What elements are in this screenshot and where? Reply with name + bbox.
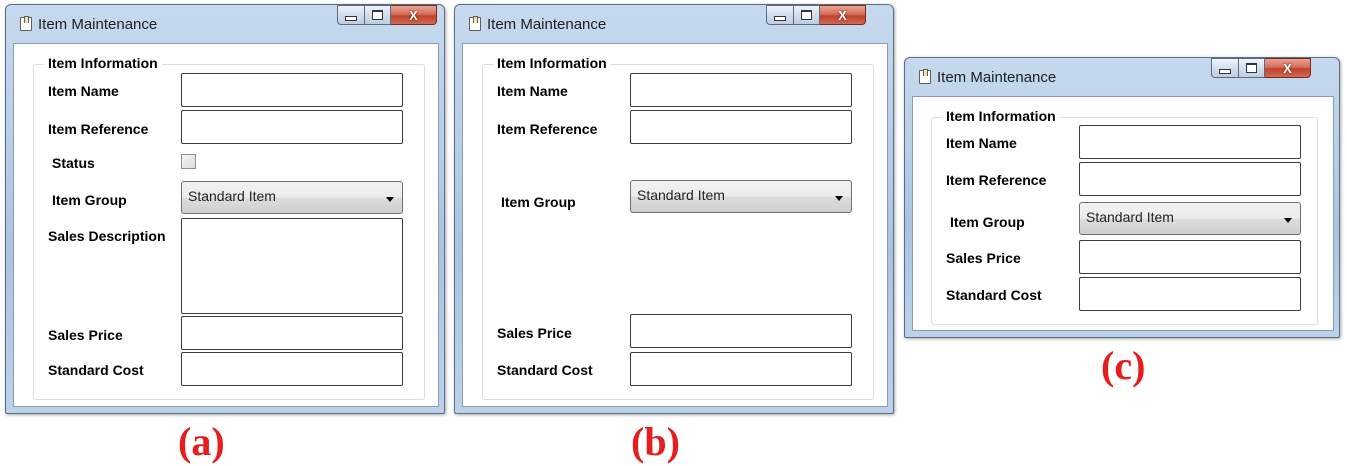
standard-cost-field[interactable] xyxy=(1079,277,1301,311)
window-a: Item Maintenance X Item Information Item… xyxy=(5,4,445,414)
group-title: Item Information xyxy=(942,108,1060,124)
standard-cost-field[interactable] xyxy=(630,352,852,386)
item-name-label: Item Name xyxy=(946,135,1017,151)
standard-cost-label: Standard Cost xyxy=(48,362,144,378)
item-group-label: Item Group xyxy=(501,194,576,210)
window-title: Item Maintenance xyxy=(38,16,158,33)
item-group-value: Standard Item xyxy=(637,187,725,203)
minimize-button[interactable] xyxy=(766,5,794,25)
item-name-label: Item Name xyxy=(497,83,568,99)
chevron-down-icon xyxy=(1284,218,1292,223)
item-group-dropdown[interactable]: Standard Item xyxy=(1079,202,1301,235)
document-icon xyxy=(919,69,931,84)
item-reference-field[interactable] xyxy=(1079,162,1301,196)
item-name-field[interactable] xyxy=(1079,125,1301,159)
item-name-label: Item Name xyxy=(48,83,119,99)
item-name-field[interactable] xyxy=(181,73,403,107)
group-title: Item Information xyxy=(44,55,162,71)
item-reference-field[interactable] xyxy=(630,110,852,144)
caption-a: (a) xyxy=(178,419,225,464)
sales-price-field[interactable] xyxy=(1079,240,1301,274)
window-title: Item Maintenance xyxy=(487,16,607,33)
item-reference-field[interactable] xyxy=(181,110,403,144)
minimize-button[interactable] xyxy=(337,5,365,25)
item-group-value: Standard Item xyxy=(188,188,276,204)
close-icon: X xyxy=(409,7,418,23)
caption-b: (b) xyxy=(631,419,680,464)
window-controls: X xyxy=(337,5,437,25)
chevron-down-icon xyxy=(386,197,394,202)
status-label: Status xyxy=(52,155,95,171)
title-bar[interactable]: Item Maintenance X xyxy=(6,5,444,43)
window-controls: X xyxy=(766,5,866,25)
item-group-value: Standard Item xyxy=(1086,209,1174,225)
sales-description-field[interactable] xyxy=(181,218,403,314)
close-button[interactable]: X xyxy=(1265,58,1311,78)
window-controls: X xyxy=(1211,58,1311,78)
maximize-button[interactable] xyxy=(794,5,820,25)
maximize-icon xyxy=(372,10,383,20)
sales-description-label: Sales Description xyxy=(48,228,166,244)
title-bar[interactable]: Item Maintenance X xyxy=(455,5,893,43)
sales-price-field[interactable] xyxy=(181,316,403,350)
group-title: Item Information xyxy=(493,55,611,71)
item-reference-label: Item Reference xyxy=(497,121,598,137)
item-group-label: Item Group xyxy=(52,192,127,208)
client-area: Item Information Item Name Item Referenc… xyxy=(462,43,888,407)
standard-cost-label: Standard Cost xyxy=(946,287,1042,303)
item-group-label: Item Group xyxy=(950,214,1025,230)
close-button[interactable]: X xyxy=(820,5,866,25)
minimize-icon xyxy=(1219,69,1231,74)
sales-price-label: Sales Price xyxy=(497,325,572,341)
close-button[interactable]: X xyxy=(391,5,437,25)
minimize-icon xyxy=(345,16,357,21)
standard-cost-label: Standard Cost xyxy=(497,362,593,378)
standard-cost-field[interactable] xyxy=(181,352,403,386)
item-reference-label: Item Reference xyxy=(48,121,149,137)
close-icon: X xyxy=(1283,60,1292,76)
item-group-dropdown[interactable]: Standard Item xyxy=(181,181,403,214)
item-group-dropdown[interactable]: Standard Item xyxy=(630,180,852,213)
chevron-down-icon xyxy=(835,196,843,201)
client-area: Item Information Item Name Item Referenc… xyxy=(912,96,1334,331)
sales-price-label: Sales Price xyxy=(48,327,123,343)
document-icon xyxy=(469,16,481,31)
title-bar[interactable]: Item Maintenance X xyxy=(905,58,1339,96)
item-name-field[interactable] xyxy=(630,73,852,107)
caption-c: (c) xyxy=(1101,343,1146,388)
maximize-button[interactable] xyxy=(1239,58,1265,78)
window-title: Item Maintenance xyxy=(937,69,1057,86)
sales-price-label: Sales Price xyxy=(946,250,1021,266)
maximize-icon xyxy=(801,10,812,20)
sales-price-field[interactable] xyxy=(630,314,852,348)
item-reference-label: Item Reference xyxy=(946,172,1047,188)
close-icon: X xyxy=(838,7,847,23)
minimize-button[interactable] xyxy=(1211,58,1239,78)
window-c: Item Maintenance X Item Information Item… xyxy=(904,57,1340,338)
maximize-button[interactable] xyxy=(365,5,391,25)
client-area: Item Information Item Name Item Referenc… xyxy=(13,43,439,407)
minimize-icon xyxy=(774,16,786,21)
document-icon xyxy=(20,16,32,31)
maximize-icon xyxy=(1246,63,1257,73)
window-b: Item Maintenance X Item Information Item… xyxy=(454,4,894,414)
status-checkbox[interactable] xyxy=(181,154,196,169)
